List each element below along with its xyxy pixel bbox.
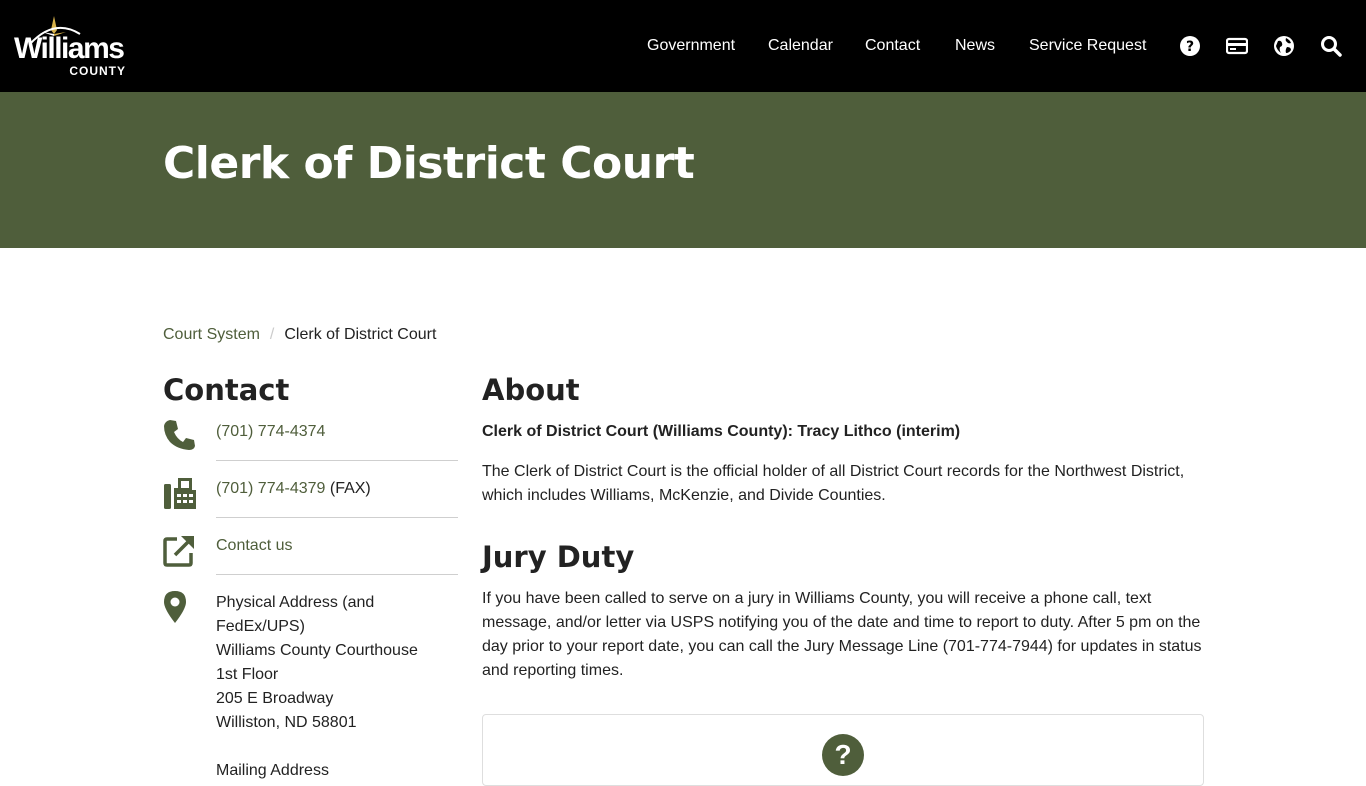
contact-phone-link[interactable]: (701) 774-4374 — [216, 420, 325, 444]
contact-fax-suffix: (FAX) — [325, 480, 371, 497]
search-icon[interactable] — [1320, 35, 1342, 57]
nav-news[interactable]: News — [955, 36, 995, 56]
about-heading: About — [482, 373, 580, 407]
contact-fax-link[interactable]: (701) 774-4379 — [216, 480, 325, 497]
breadcrumb-separator: / — [269, 326, 275, 343]
contact-divider — [216, 574, 458, 575]
external-link-icon — [163, 536, 194, 567]
question-icon: ? — [822, 734, 864, 776]
jury-duty-heading: Jury Duty — [482, 540, 635, 574]
svg-text:?: ? — [1186, 39, 1194, 55]
nav-service-request[interactable]: Service Request — [1029, 36, 1146, 56]
address-line: 1st Floor — [216, 666, 279, 683]
contact-divider — [216, 460, 458, 461]
breadcrumb: Court System / Clerk of District Court — [163, 325, 436, 345]
about-lead: Clerk of District Court (Williams County… — [482, 423, 961, 440]
address-line: FedEx/UPS) — [216, 618, 305, 635]
payment-card-icon[interactable] — [1226, 35, 1248, 57]
help-icon[interactable]: ? — [1179, 35, 1201, 57]
address-line: Physical Address (and — [216, 594, 375, 611]
breadcrumb-court-system[interactable]: Court System — [163, 326, 260, 343]
contact-address: Physical Address (and FedEx/UPS) William… — [216, 591, 418, 783]
site-header: Williams COUNTY Government Calendar Cont… — [0, 0, 1366, 92]
address-line: Williston, ND 58801 — [216, 714, 357, 731]
page-title: Clerk of District Court — [163, 138, 695, 189]
nav-government[interactable]: Government — [647, 36, 735, 56]
faq-card[interactable]: ? — [482, 714, 1204, 786]
address-line — [216, 735, 418, 759]
contact-us-link[interactable]: Contact us — [216, 534, 292, 558]
about-body: The Clerk of District Court is the offic… — [482, 463, 1185, 504]
map-pin-icon — [164, 591, 186, 623]
contact-heading: Contact — [163, 373, 290, 407]
address-line: Williams County Courthouse — [216, 642, 418, 659]
logo-wordmark: Williams — [14, 32, 125, 65]
jury-duty-body: If you have been called to serve on a ju… — [482, 590, 1202, 679]
contact-divider — [216, 517, 458, 518]
page-hero: Clerk of District Court — [0, 92, 1366, 248]
logo-county-text: COUNTY — [69, 64, 126, 78]
nav-contact[interactable]: Contact — [865, 36, 920, 56]
address-line: Mailing Address — [216, 762, 329, 779]
fax-icon — [164, 478, 196, 509]
williams-county-logo[interactable]: Williams COUNTY — [14, 14, 130, 80]
breadcrumb-current: Clerk of District Court — [284, 326, 437, 343]
address-line: 205 E Broadway — [216, 690, 334, 707]
phone-icon — [164, 420, 195, 450]
nav-calendar[interactable]: Calendar — [768, 36, 833, 56]
contact-fax: (701) 774-4379 (FAX) — [216, 477, 371, 501]
globe-icon[interactable] — [1273, 35, 1295, 57]
